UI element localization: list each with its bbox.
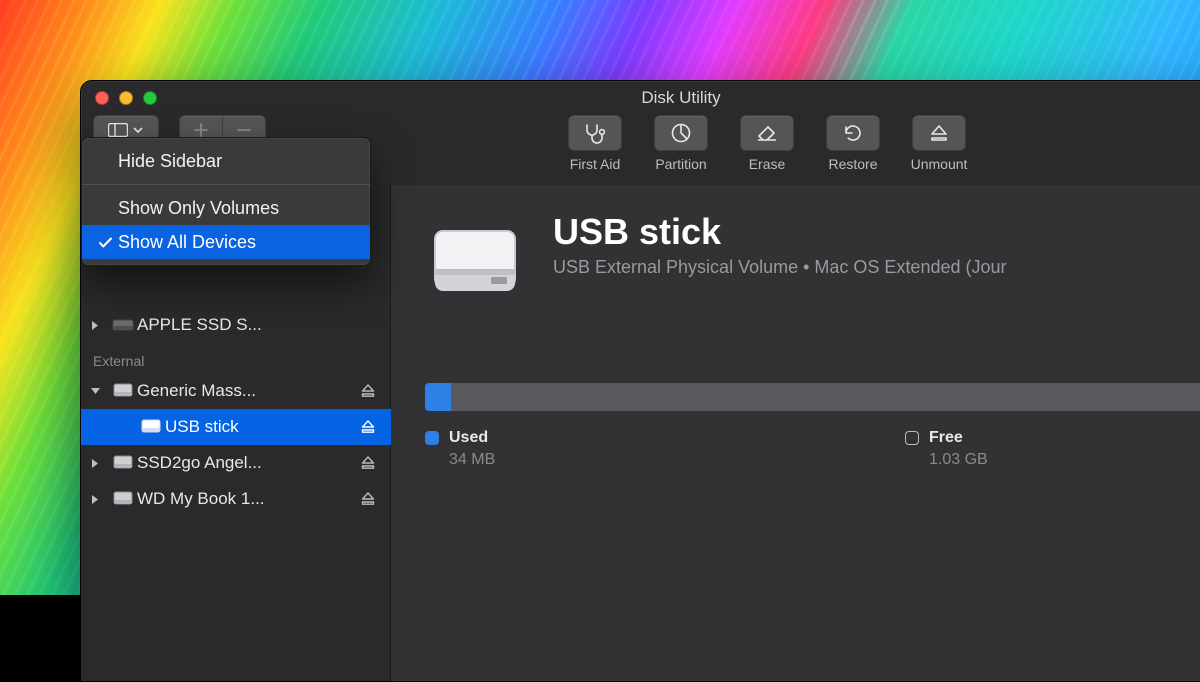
tool-label: First Aid <box>570 156 621 172</box>
usage-bar-used-segment <box>425 383 451 411</box>
pie-icon <box>670 122 692 144</box>
tool-label: Partition <box>655 156 706 172</box>
legend-free: Free 1.03 GB <box>905 429 988 469</box>
sidebar-section-external: External <box>81 343 391 373</box>
legend-label: Used <box>449 429 488 447</box>
usage-legend: Used 34 MB Free 1.03 GB <box>425 429 1200 469</box>
external-disk-icon <box>109 382 137 400</box>
tool-first-aid[interactable]: First Aid <box>559 115 631 172</box>
disclosure-right-icon <box>81 320 109 331</box>
disk-utility-window: Disk Utility First Aid <box>80 80 1200 682</box>
stethoscope-icon <box>583 122 607 144</box>
legend-swatch-free <box>905 431 919 445</box>
sidebar-item-generic-mass[interactable]: Generic Mass... <box>81 373 391 409</box>
eject-icon[interactable] <box>355 420 381 434</box>
disclosure-down-icon <box>81 387 109 396</box>
eject-icon[interactable] <box>355 384 381 398</box>
checkmark-icon <box>92 235 118 250</box>
sidebar-icon <box>106 123 130 137</box>
menu-item-only-volumes[interactable]: Show Only Volumes <box>82 191 370 225</box>
toolbar-tools: First Aid Partition Erase Restore <box>559 115 975 172</box>
external-disk-icon <box>137 418 165 436</box>
plus-icon <box>194 123 208 137</box>
zoom-window-button[interactable] <box>143 91 157 105</box>
volume-name: USB stick <box>553 213 1007 251</box>
sidebar-item-label: WD My Book 1... <box>137 489 355 509</box>
sidebar-item-ssd2go[interactable]: SSD2go Angel... <box>81 445 391 481</box>
external-disk-icon <box>109 454 137 472</box>
tool-label: Erase <box>749 156 786 172</box>
sidebar-item-wd-my-book[interactable]: WD My Book 1... <box>81 481 391 517</box>
chevron-down-icon <box>130 124 146 136</box>
legend-used: Used 34 MB <box>425 429 905 469</box>
legend-swatch-used <box>425 431 439 445</box>
sidebar-item-label: USB stick <box>165 417 355 437</box>
erase-icon <box>755 123 779 143</box>
sidebar-item-label: APPLE SSD S... <box>137 315 381 335</box>
volume-subtitle: USB External Physical Volume • Mac OS Ex… <box>553 257 1007 278</box>
legend-value: 1.03 GB <box>929 451 988 469</box>
external-disk-icon <box>109 490 137 508</box>
legend-value: 34 MB <box>449 451 905 469</box>
window-title: Disk Utility <box>81 88 1200 108</box>
menu-item-hide-sidebar[interactable]: Hide Sidebar <box>82 144 370 178</box>
tool-label: Unmount <box>911 156 968 172</box>
internal-disk-icon <box>109 317 137 333</box>
usage-bar <box>425 383 1200 411</box>
restore-icon <box>842 122 864 144</box>
titlebar: Disk Utility <box>81 81 1200 115</box>
tool-restore[interactable]: Restore <box>817 115 889 172</box>
menu-separator <box>82 184 370 185</box>
view-menu: Hide Sidebar Show Only Volumes Show All … <box>81 137 371 266</box>
legend-label: Free <box>929 429 963 447</box>
sidebar-item-internal-ssd[interactable]: APPLE SSD S... <box>81 307 391 343</box>
tool-partition[interactable]: Partition <box>645 115 717 172</box>
menu-item-label: Show Only Volumes <box>118 198 279 219</box>
volume-header: USB stick USB External Physical Volume •… <box>425 213 1200 313</box>
sidebar-item-label: SSD2go Angel... <box>137 453 355 473</box>
menu-item-label: Show All Devices <box>118 232 256 253</box>
sidebar-item-label: Generic Mass... <box>137 381 355 401</box>
menu-item-label: Hide Sidebar <box>118 151 222 172</box>
eject-icon[interactable] <box>355 492 381 506</box>
menu-item-all-devices[interactable]: Show All Devices <box>82 225 370 259</box>
window-controls <box>81 91 157 105</box>
disclosure-right-icon <box>81 494 109 505</box>
tool-erase[interactable]: Erase <box>731 115 803 172</box>
minimize-window-button[interactable] <box>119 91 133 105</box>
sidebar-item-usb-stick[interactable]: USB stick <box>81 409 391 445</box>
main-pane: USB stick USB External Physical Volume •… <box>391 185 1200 681</box>
tool-unmount[interactable]: Unmount <box>903 115 975 172</box>
volume-title-block: USB stick USB External Physical Volume •… <box>553 213 1007 278</box>
close-window-button[interactable] <box>95 91 109 105</box>
minus-icon <box>237 123 251 137</box>
tool-label: Restore <box>828 156 877 172</box>
eject-icon <box>929 123 949 143</box>
eject-icon[interactable] <box>355 456 381 470</box>
disclosure-right-icon <box>81 458 109 469</box>
volume-large-icon <box>425 213 525 313</box>
